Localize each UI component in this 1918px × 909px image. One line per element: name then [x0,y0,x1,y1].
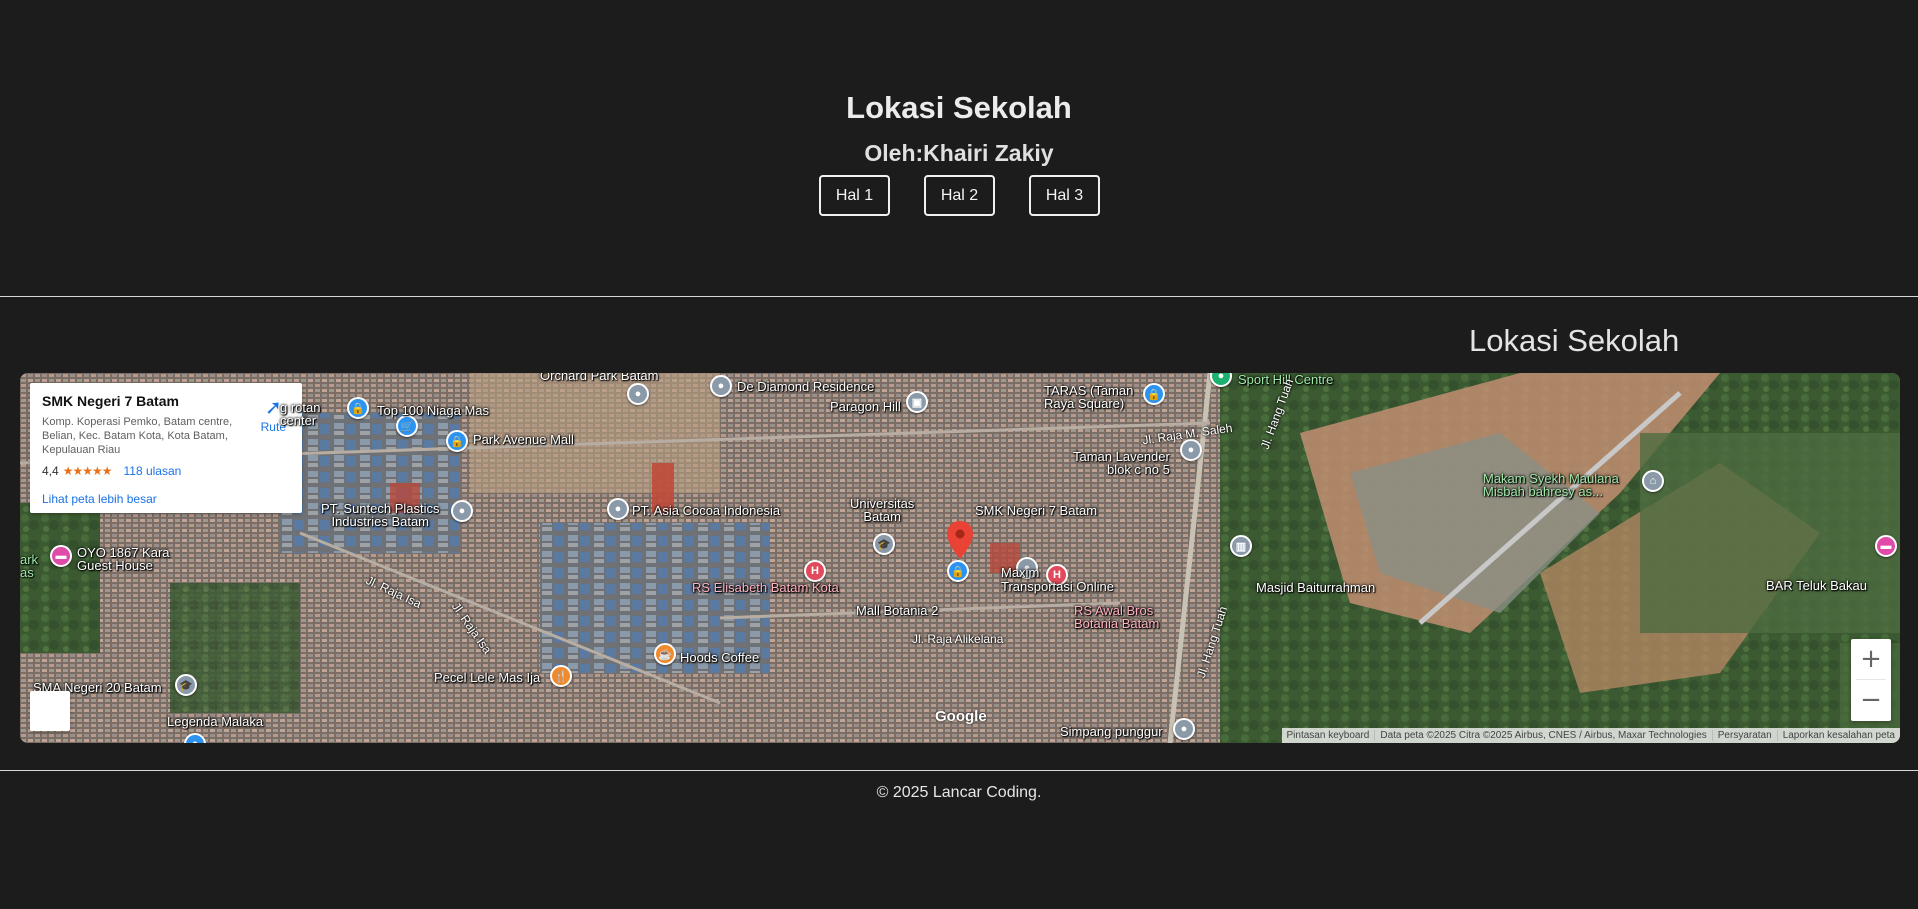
reviews-link[interactable]: 118 ulasan [123,464,181,478]
rating-value: 4,4 [42,464,59,478]
footer-divider [0,770,1918,771]
map-label: Legenda Malaka [167,714,264,729]
map-label: PT. Suntech Plastics Industries Batam [321,501,440,529]
keyboard-shortcuts-link[interactable]: Pintasan keyboard [1282,730,1375,741]
view-larger-map-link[interactable]: Lihat peta lebih besar [42,492,157,506]
google-logo: Google [935,708,987,725]
shopping-icon[interactable]: 🔒 [947,560,969,582]
zoom-in-button[interactable]: + [1851,639,1891,679]
terms-link[interactable]: Persyaratan [1711,730,1777,741]
map-label: Park Avenue Mall [473,432,574,447]
map-label: RS Awal Bros Botania Batam [1074,603,1160,631]
map-label: Orchard Park Batam [540,373,659,383]
map-label: Top 100 Niaga Mas [377,403,490,418]
school-icon[interactable]: 🎓 [873,533,895,555]
page-nav: Hal 1 Hal 2 Hal 3 [819,175,1100,216]
map-attribution: Pintasan keyboard Data peta ©2025 Citra … [1281,728,1900,743]
map-label: OYO 1867 Kara Guest House [77,545,170,573]
shopping-icon[interactable]: 🔒 [446,430,468,452]
nav-button-hal-1[interactable]: Hal 1 [819,175,890,216]
map-label: Makam Syekh Maulana Misbah bahresy as... [1483,471,1619,499]
map-data-credit: Data peta ©2025 Citra ©2025 Airbus, CNES… [1374,730,1711,741]
map-type-toggle-button[interactable] [30,691,70,731]
location-marker-icon[interactable] [947,521,973,559]
report-error-link[interactable]: Laporkan kesalahan peta [1776,730,1900,741]
map-label: g rotan center [280,400,321,428]
place-rating: 4,4 ★★★★★ 118 ulasan [42,464,290,478]
map-label: Simpang punggur [1060,724,1163,739]
place-marker-icon[interactable]: ● [1173,718,1195,740]
map-label: Paragon Hill [830,399,901,414]
page-title: Lokasi Sekolah [846,90,1072,125]
map-label: Maxim Transportasi Online [1001,565,1114,594]
map-label: RS Elisabeth Batam Kota [692,580,839,595]
map-label: Universitas Batam [850,496,915,524]
hotel-icon[interactable]: ▬ [50,545,72,567]
shopping-icon[interactable]: 🔒 [347,397,369,419]
map-label: ark as [20,552,39,580]
place-marker-icon[interactable]: ● [1180,439,1202,461]
monument-icon[interactable]: ⌂ [1642,470,1664,492]
cafe-icon[interactable]: ☕ [654,643,676,665]
shopping-icon[interactable]: 🔒 [1143,383,1165,405]
section-title: Lokasi Sekolah [1469,323,1680,358]
road-label: Jl. Raja Alikelana [912,632,1004,646]
place-marker-icon[interactable]: ● [451,500,473,522]
shopping-cart-icon[interactable]: 🛒 [396,415,418,437]
place-name: SMK Negeri 7 Batam [42,393,179,409]
map-label: De Diamond Residence [737,379,875,394]
rating-stars-icon: ★★★★★ [62,464,113,478]
map-label: Masjid Baiturrahman [1256,580,1376,595]
map-label: Mall Botania 2 [856,603,939,618]
footer-text: © 2025 Lancar Coding. [876,784,1042,801]
nav-button-hal-2[interactable]: Hal 2 [924,175,995,216]
map-label: SMK Negeri 7 Batam [975,503,1098,518]
restaurant-icon[interactable]: 🍴 [550,665,572,687]
zoom-out-button[interactable]: − [1851,680,1891,720]
hospital-icon[interactable]: H [804,560,826,582]
zoom-control: + − [1851,639,1891,721]
place-info-card: SMK Negeri 7 Batam Komp. Koperasi Pemko,… [30,383,302,513]
map-label: Hoods Coffee [680,650,760,665]
nav-button-hal-3[interactable]: Hal 3 [1029,175,1100,216]
map-embed[interactable]: SMK Negeri 7 Batam Komp. Koperasi Pemko,… [20,373,1900,743]
building-icon[interactable]: ▣ [906,391,928,413]
page-subtitle: Oleh:Khairi Zakiy [864,140,1054,166]
place-marker-icon[interactable]: ● [710,375,732,397]
header-divider [0,296,1918,297]
bar-icon[interactable]: ▬ [1875,535,1897,557]
map-label: TARAS (Taman Raya Square) [1044,383,1134,411]
place-marker-icon[interactable]: ● [607,498,629,520]
place-marker-icon[interactable]: ● [627,383,649,405]
school-icon[interactable]: 🎓 [175,674,197,696]
mosque-icon[interactable]: ▥ [1230,535,1252,557]
map-label: PT. Asia Cocoa Indonesia [632,503,781,518]
map-label: Pecel Lele Mas Ija [434,670,541,685]
place-address: Komp. Koperasi Pemko, Batam centre, Beli… [42,416,233,456]
page-header: Lokasi Sekolah Oleh:Khairi Zakiy Hal 1 H… [0,0,1918,297]
map-label: Taman Lavender blok c no 5 [1073,449,1170,477]
map-label: BAR Teluk Bakau [1766,578,1867,593]
